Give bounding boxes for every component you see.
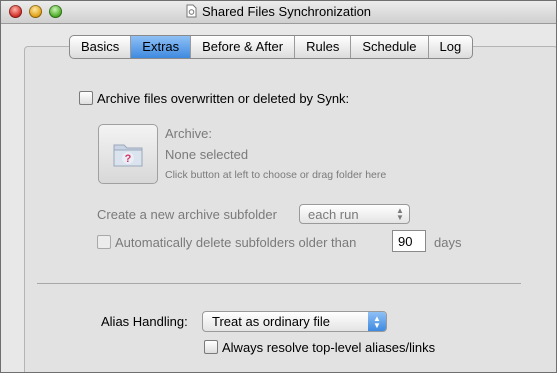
- archive-checkbox-row[interactable]: Archive files overwritten or deleted by …: [79, 91, 349, 106]
- tab-log[interactable]: Log: [429, 36, 473, 58]
- archive-checkbox-label: Archive files overwritten or deleted by …: [97, 91, 350, 106]
- auto-delete-row[interactable]: Automatically delete subfolders older th…: [97, 235, 356, 250]
- alias-handling-value: Treat as ordinary file: [212, 314, 331, 329]
- archive-checkbox[interactable]: [79, 91, 93, 105]
- auto-delete-days-input[interactable]: 90: [392, 230, 426, 252]
- archive-selection: None selected: [165, 147, 249, 162]
- resolve-aliases-row[interactable]: Always resolve top-level aliases/links: [204, 340, 435, 355]
- choose-archive-folder-button[interactable]: ?: [98, 124, 158, 184]
- archive-hint: Click button at left to choose or drag f…: [165, 169, 387, 181]
- archive-heading: Archive:: [165, 126, 212, 141]
- subfolder-popup[interactable]: each run ▲ ▼: [299, 204, 410, 224]
- section-divider: [37, 283, 521, 284]
- alias-handling-label: Alias Handling:: [101, 314, 188, 329]
- auto-delete-label: Automatically delete subfolders older th…: [115, 235, 357, 250]
- window: Shared Files Synchronization Basics Extr…: [0, 0, 557, 373]
- subfolder-popup-value: each run: [308, 207, 359, 222]
- tab-schedule[interactable]: Schedule: [351, 36, 429, 58]
- resolve-aliases-checkbox[interactable]: [204, 340, 218, 354]
- window-title: Shared Files Synchronization: [201, 4, 372, 19]
- alias-handling-popup[interactable]: Treat as ordinary file ▲ ▼: [202, 311, 387, 332]
- tab-bar: Basics Extras Before & After Rules Sched…: [69, 35, 474, 59]
- tab-before-after[interactable]: Before & After: [191, 36, 296, 58]
- folder-question-icon: ?: [111, 139, 145, 172]
- svg-text:?: ?: [125, 153, 132, 165]
- window-title-wrap: Shared Files Synchronization: [1, 4, 556, 21]
- subfolder-label: Create a new archive subfolder: [97, 207, 277, 222]
- tab-basics[interactable]: Basics: [70, 36, 132, 58]
- title-bar: Shared Files Synchronization: [1, 1, 556, 24]
- days-label: days: [434, 235, 462, 250]
- auto-delete-checkbox[interactable]: [97, 235, 111, 249]
- popup-arrows-icon: ▲ ▼: [368, 312, 386, 331]
- tab-rules[interactable]: Rules: [295, 36, 352, 58]
- resolve-aliases-label: Always resolve top-level aliases/links: [222, 340, 436, 355]
- popup-arrows-icon: ▲ ▼: [396, 206, 404, 222]
- tab-extras[interactable]: Extras: [131, 36, 192, 58]
- document-icon: [186, 4, 197, 21]
